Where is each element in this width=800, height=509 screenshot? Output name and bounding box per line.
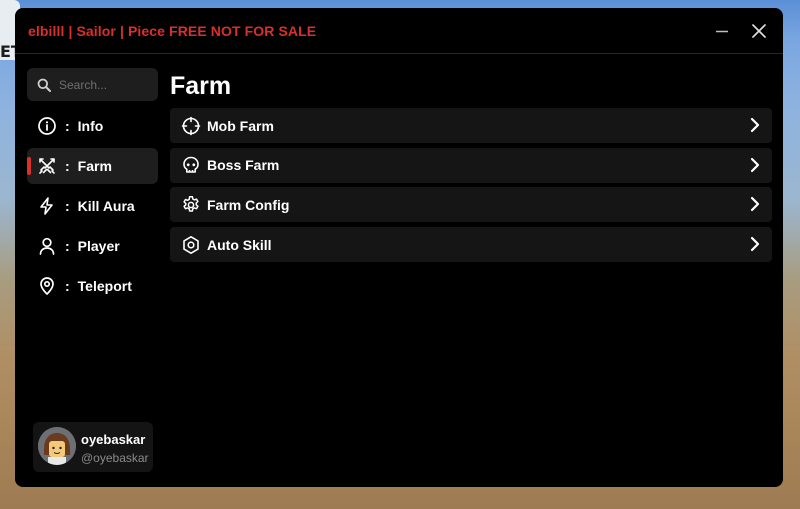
section-label: Farm Config: [207, 196, 290, 213]
info-icon: [37, 116, 57, 136]
sidebar-item-farm[interactable]: : Farm: [27, 148, 158, 184]
search-box[interactable]: [27, 68, 158, 101]
minimize-icon: [715, 24, 729, 38]
sidebar-item-separator: :: [65, 158, 70, 174]
chevron-right-icon: [746, 156, 764, 174]
sidebar-item-teleport[interactable]: : Teleport: [27, 268, 158, 304]
search-input[interactable]: [59, 77, 149, 92]
window-title: elbilll | Sailor | Piece FREE NOT FOR SA…: [28, 23, 317, 39]
lightning-icon: [37, 196, 57, 216]
chevron-right-icon: [746, 116, 764, 134]
section-label: Boss Farm: [207, 157, 280, 174]
skull-icon: [181, 155, 201, 175]
sidebar-item-separator: :: [65, 278, 70, 294]
chevron-right-icon: [746, 235, 764, 253]
active-indicator: [27, 157, 31, 175]
close-icon: [752, 24, 766, 38]
sidebar-nav: : Info : Farm : Kill Aura : Player: Tel…: [27, 108, 158, 308]
chevron-right-icon: [746, 195, 764, 213]
sidebar-item-label: Kill Aura: [77, 198, 135, 214]
sidebar-item-player[interactable]: : Player: [27, 228, 158, 264]
app-window: elbilll | Sailor | Piece FREE NOT FOR SA…: [15, 8, 783, 487]
avatar: [38, 427, 76, 465]
sidebar-item-label: Farm: [77, 158, 112, 174]
user-handle: @oyebaskar: [81, 451, 149, 465]
sidebar-item-label: Info: [77, 118, 104, 134]
minimize-button[interactable]: [710, 19, 734, 43]
close-button[interactable]: [747, 19, 771, 43]
section-label: Mob Farm: [207, 117, 274, 134]
sidebar-item-label: Player: [77, 238, 120, 254]
page-title: Farm: [170, 72, 232, 100]
sidebar-item-separator: :: [65, 118, 70, 134]
user-icon: [37, 236, 57, 256]
section-label: Auto Skill: [207, 236, 272, 253]
section-list: Mob Farm Boss Farm Farm Config Auto Skil…: [170, 108, 772, 267]
crosshair-icon: [181, 116, 201, 136]
sidebar-item-separator: :: [65, 198, 70, 214]
map-pin-icon: [37, 276, 57, 296]
user-display-name: oyebaskar: [81, 432, 146, 447]
section-farm-config[interactable]: Farm Config: [170, 187, 772, 223]
sidebar-item-info[interactable]: : Info: [27, 108, 158, 144]
sidebar-item-label: Teleport: [77, 278, 132, 294]
section-boss-farm[interactable]: Boss Farm: [170, 147, 772, 183]
hexagon-icon: [181, 235, 201, 255]
gear-icon: [181, 195, 201, 215]
sidebar-item-separator: :: [65, 238, 70, 254]
title-bar[interactable]: elbilll | Sailor | Piece FREE NOT FOR SA…: [15, 8, 783, 54]
section-mob-farm[interactable]: Mob Farm: [170, 108, 772, 143]
user-profile-card[interactable]: oyebaskar @oyebaskar: [33, 422, 153, 472]
search-icon: [37, 78, 51, 92]
crossed-swords-icon: [37, 156, 57, 176]
section-auto-skill[interactable]: Auto Skill: [170, 227, 772, 263]
sidebar-item-kill-aura[interactable]: : Kill Aura: [27, 188, 158, 224]
